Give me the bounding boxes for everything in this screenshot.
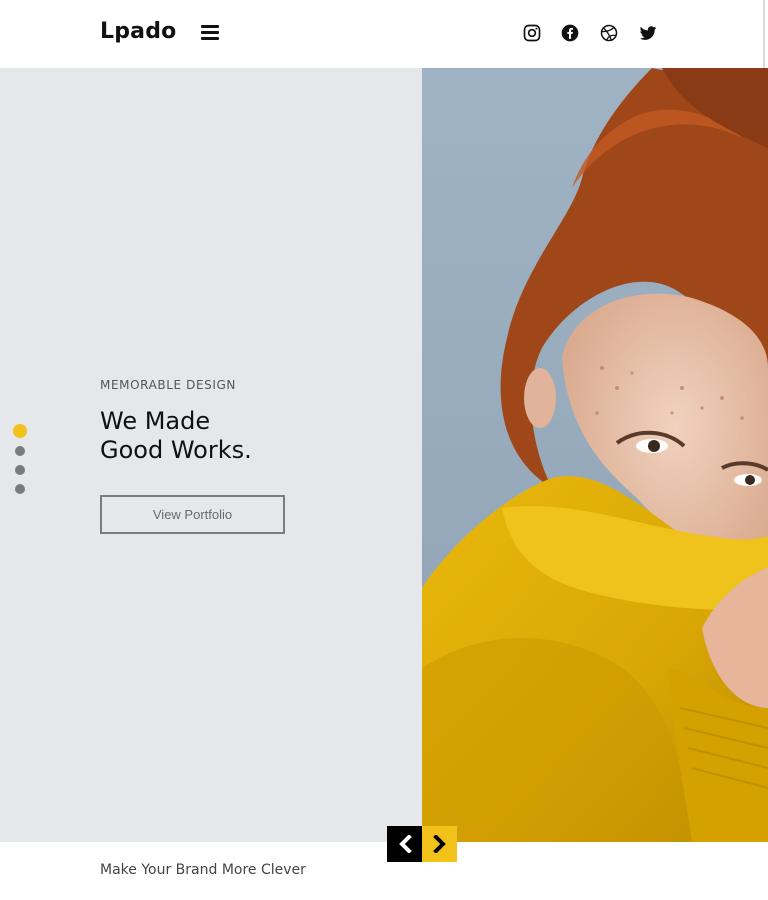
prev-slide-button[interactable] [387, 826, 422, 862]
menu-bar [201, 25, 219, 28]
woman-yellow-sweater-photo [422, 68, 768, 842]
hero-eyebrow: MEMORABLE DESIGN [100, 378, 236, 392]
view-portfolio-button[interactable]: View Portfolio [100, 495, 285, 534]
hero-title: We Made Good Works. [100, 407, 252, 465]
twitter-icon[interactable] [638, 23, 658, 43]
dribbble-glyph [600, 24, 618, 42]
brand-logo[interactable]: Lpado [100, 19, 176, 44]
instagram-glyph [523, 24, 541, 42]
slide-dot-4[interactable] [15, 484, 25, 494]
facebook-glyph [561, 24, 579, 42]
dribbble-icon[interactable] [599, 23, 619, 43]
menu-bar [201, 31, 219, 34]
hamburger-menu-icon[interactable] [201, 24, 219, 40]
brand-tagline: Make Your Brand More Clever [100, 862, 306, 878]
hero-title-line2: Good Works. [100, 436, 252, 464]
chevron-left-icon [398, 835, 412, 853]
chevron-right-icon [432, 835, 446, 853]
hero-image [422, 68, 768, 842]
facebook-icon[interactable] [560, 23, 580, 43]
slide-dot-2[interactable] [15, 446, 25, 456]
slide-dot-1[interactable] [13, 424, 27, 438]
next-slide-button[interactable] [422, 826, 457, 862]
hero-title-line1: We Made [100, 407, 211, 435]
twitter-glyph [639, 26, 657, 40]
slide-dot-3[interactable] [15, 465, 25, 475]
site-header: Lpado [0, 0, 768, 68]
menu-bar [201, 37, 219, 40]
instagram-icon[interactable] [522, 23, 542, 43]
